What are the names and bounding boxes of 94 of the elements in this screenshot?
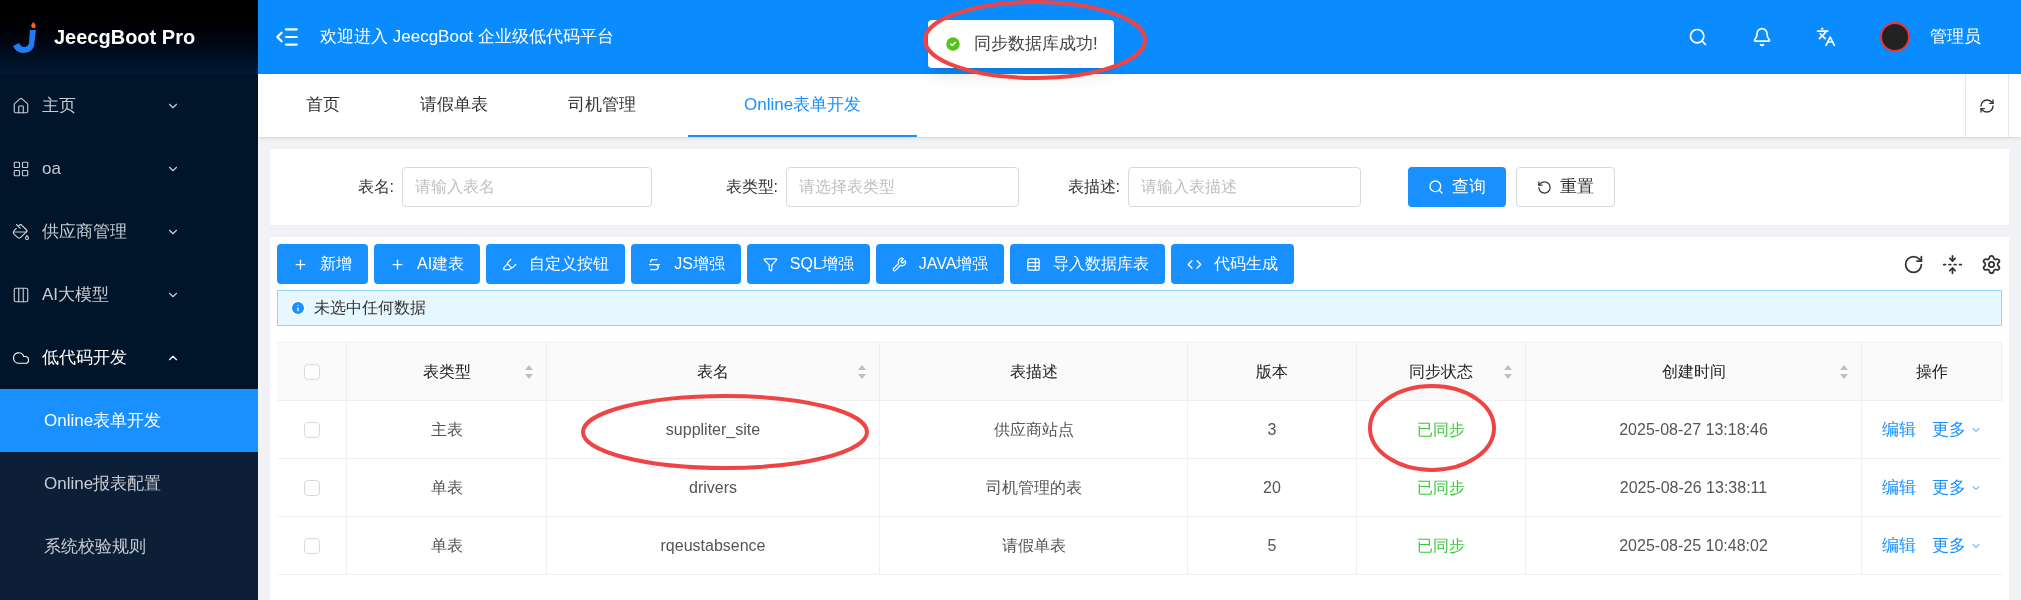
field-label: 表名: <box>356 177 395 197</box>
row-checkbox[interactable] <box>303 537 320 554</box>
more-link[interactable]: 更多 <box>1932 474 1982 501</box>
table-cell-text: suppliter_site <box>665 419 761 440</box>
table-cell-text: 2025-08-25 10:48:02 <box>1619 535 1768 556</box>
refresh-icon[interactable] <box>1979 97 1995 114</box>
bell-icon[interactable] <box>1752 27 1772 47</box>
field-label: 表描述: <box>1066 177 1121 197</box>
table-cell-text: 司机管理的表 <box>985 477 1082 498</box>
toolbar-button[interactable]: 自定义按钮 <box>486 244 626 284</box>
table-cell-text: rqeustabsence <box>660 535 766 556</box>
highlighter-icon <box>502 256 518 272</box>
column-header: 版本 <box>1256 361 1288 382</box>
table-cell-text: 请假单表 <box>1001 535 1066 556</box>
reset-icon <box>1537 179 1552 195</box>
sidebar-menu-item[interactable]: 低代码开发 <box>0 326 258 389</box>
wrench-icon <box>891 256 907 272</box>
reload-icon[interactable] <box>1903 253 1924 275</box>
column-header: 同步状态 <box>1409 361 1473 382</box>
table-cell-text: 20 <box>1263 477 1281 498</box>
table-cell-text: drivers <box>689 477 737 498</box>
toolbar-button[interactable]: SQL增强 <box>746 244 870 284</box>
settings-icon[interactable] <box>1981 253 2002 275</box>
logo-icon <box>12 20 38 54</box>
reset-button[interactable]: 重置 <box>1516 167 1615 207</box>
sync-status: 已同步 <box>1417 477 1465 498</box>
user-name[interactable]: 管理员 <box>1930 24 1981 50</box>
plus-icon <box>293 256 308 272</box>
sort-icon[interactable] <box>857 364 867 380</box>
column-header: 表类型 <box>422 361 471 382</box>
translate-icon[interactable] <box>1816 27 1836 47</box>
table-cell-text: 供应商站点 <box>993 419 1074 440</box>
success-toast: 同步数据库成功! <box>928 20 1114 68</box>
table-cell-text: 单表 <box>430 477 463 498</box>
search-input[interactable]: 请输入表名 <box>402 167 652 207</box>
sort-icon[interactable] <box>1503 364 1513 380</box>
field-label: 表类型: <box>724 177 779 197</box>
edit-link[interactable]: 编辑 <box>1882 532 1916 559</box>
funnel-icon <box>762 256 778 272</box>
column-header: 表描述 <box>1009 361 1058 382</box>
edit-link[interactable]: 编辑 <box>1882 474 1916 501</box>
more-link[interactable]: 更多 <box>1932 532 1982 559</box>
edit-link[interactable]: 编辑 <box>1882 416 1916 443</box>
table-cell-text: 5 <box>1267 535 1277 556</box>
page-tab[interactable]: 首页 <box>278 75 368 137</box>
grid-icon <box>12 159 30 178</box>
table-cell-text: 3 <box>1267 419 1277 440</box>
info-icon <box>290 300 306 316</box>
table-icon <box>1026 256 1042 272</box>
toolbar-button[interactable]: JS增强 <box>631 244 741 284</box>
sidebar-menu-item[interactable]: AI大模型 <box>0 263 258 326</box>
column-header: 操作 <box>1915 361 1948 382</box>
sync-status: 已同步 <box>1417 419 1465 440</box>
table-cell-text: 单表 <box>430 535 463 556</box>
home-icon <box>12 96 30 115</box>
columns-icon <box>12 285 30 304</box>
more-link[interactable]: 更多 <box>1932 416 1982 443</box>
page-tab[interactable]: 司机管理 <box>540 75 664 137</box>
row-checkbox[interactable] <box>303 479 320 496</box>
sidebar-menu-item[interactable]: 供应商管理 <box>0 200 258 263</box>
sidebar-menu-item[interactable]: 主页 <box>0 74 258 137</box>
column-header: 表名 <box>697 361 729 382</box>
search-input[interactable]: 请输入表描述 <box>1128 167 1361 207</box>
select-all-checkbox[interactable] <box>303 363 320 380</box>
sidebar-menu-item[interactable]: oa <box>0 137 258 200</box>
header-title: 欢迎进入 JeecgBoot 企业级低代码平台 <box>320 26 614 49</box>
toolbar-button[interactable]: JAVA增强 <box>875 244 1005 284</box>
search-icon[interactable] <box>1688 27 1708 47</box>
row-checkbox[interactable] <box>303 421 320 438</box>
sync-status: 已同步 <box>1417 535 1465 556</box>
page-tab[interactable]: 请假单表 <box>392 75 516 137</box>
app-logo-text: JeecgBoot Pro <box>54 25 196 50</box>
sidebar-submenu-item[interactable]: Online表单开发 <box>0 389 258 452</box>
search-icon <box>1428 179 1444 195</box>
page-tab[interactable]: Online表单开发 <box>688 75 918 137</box>
table-cell-text: 2025-08-26 13:38:11 <box>1619 477 1768 498</box>
sort-icon[interactable] <box>1839 364 1849 380</box>
toolbar-button[interactable]: 导入数据库表 <box>1010 244 1166 284</box>
search-input[interactable]: 请选择表类型 <box>786 167 1019 207</box>
sort-icon[interactable] <box>524 364 534 380</box>
table-cell-text: 2025-08-27 13:18:46 <box>1619 419 1768 440</box>
table-cell-text: 主表 <box>430 419 463 440</box>
toolbar-button[interactable]: 新增 <box>277 244 368 284</box>
plus-icon <box>390 256 405 272</box>
paint-bucket-icon <box>12 222 30 241</box>
alert-text: 未选中任何数据 <box>314 298 426 318</box>
query-button[interactable]: 查询 <box>1408 167 1506 207</box>
success-check-icon <box>944 35 962 53</box>
strikethrough-icon <box>647 256 663 272</box>
column-height-icon[interactable] <box>1942 253 1963 275</box>
column-header: 创建时间 <box>1661 361 1726 382</box>
avatar[interactable] <box>1880 22 1910 52</box>
toolbar-button[interactable]: 代码生成 <box>1171 244 1295 284</box>
toolbar-button[interactable]: AI建表 <box>374 244 481 284</box>
